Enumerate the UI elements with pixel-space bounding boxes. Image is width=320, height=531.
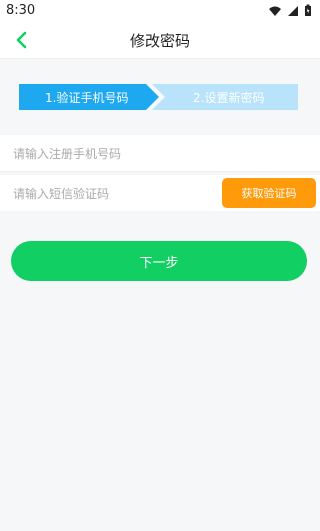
code-row: 获取验证码 bbox=[0, 175, 320, 211]
page-title: 修改密码 bbox=[129, 32, 190, 50]
step-2-label: 2.设置新密码 bbox=[193, 91, 265, 105]
get-code-button[interactable]: 获取验证码 bbox=[222, 178, 316, 208]
status-bar: 8:30 bbox=[0, 0, 320, 22]
step-indicator: 1.验证手机号码 2.设置新密码 bbox=[19, 84, 298, 110]
status-icons bbox=[268, 4, 312, 17]
signal-icon bbox=[288, 5, 298, 16]
title-bar: 修改密码 bbox=[0, 22, 320, 59]
phone-input[interactable] bbox=[11, 143, 215, 165]
step-1-label: 1.验证手机号码 bbox=[45, 91, 129, 105]
phone-row bbox=[0, 135, 320, 172]
next-step-button[interactable]: 下一步 bbox=[11, 241, 307, 281]
status-time: 8:30 bbox=[6, 3, 36, 18]
sms-code-input[interactable] bbox=[11, 183, 215, 205]
battery-icon bbox=[305, 4, 311, 16]
wifi-icon bbox=[269, 6, 281, 16]
